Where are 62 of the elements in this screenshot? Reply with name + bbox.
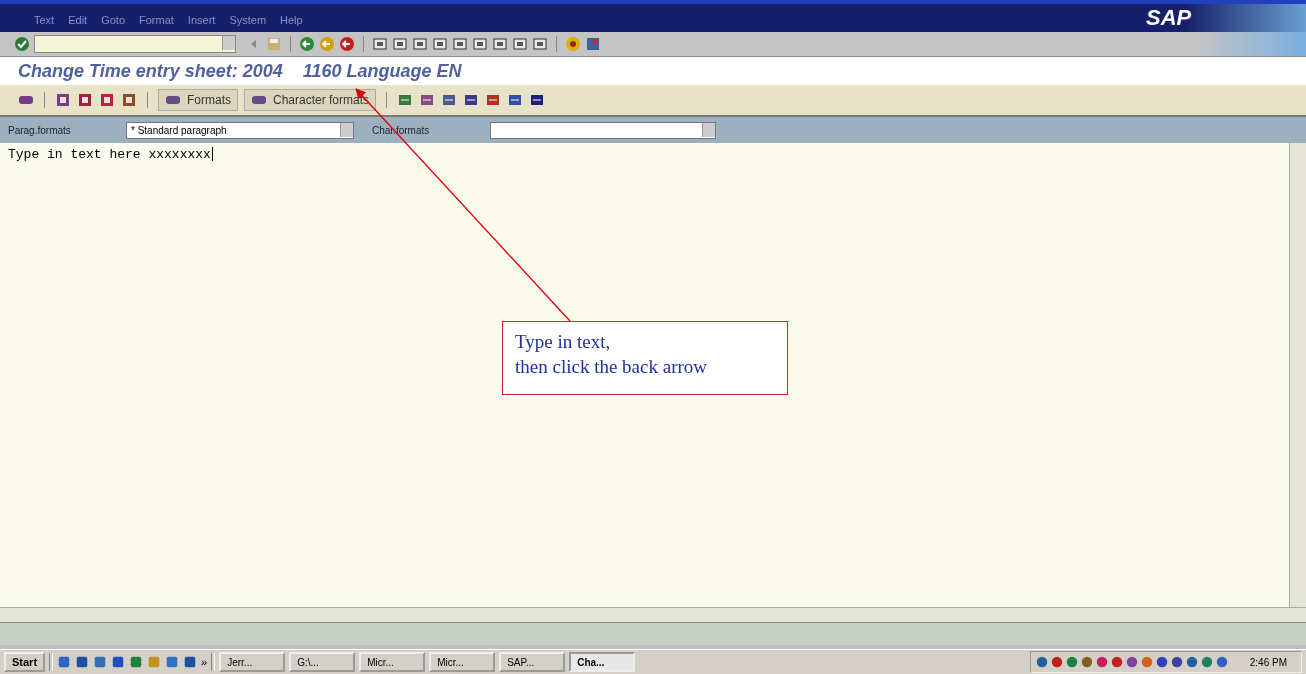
- taskbar-button[interactable]: Micr...: [429, 652, 496, 672]
- format-tool-icon[interactable]: [485, 92, 502, 108]
- format-tool-icon[interactable]: [507, 92, 524, 108]
- document-icon[interactable]: [77, 92, 93, 108]
- tray-icon[interactable]: [1154, 655, 1169, 669]
- format-tool-icon[interactable]: [463, 92, 480, 108]
- checkmark-icon[interactable]: [14, 36, 30, 52]
- tray-icon[interactable]: [1034, 655, 1049, 669]
- quick-launch-icon[interactable]: [93, 655, 108, 669]
- paragraph-format-dropdown[interactable]: * Standard paragraph: [126, 121, 354, 139]
- document-icon[interactable]: [99, 92, 115, 108]
- quick-launch-icon[interactable]: [183, 655, 198, 669]
- taskbar-button[interactable]: Jerr...: [219, 652, 286, 672]
- toolbar-button[interactable]: Formats: [158, 89, 238, 111]
- tray-icon[interactable]: [1094, 655, 1109, 669]
- tray-icon[interactable]: [1184, 655, 1199, 669]
- document-icon[interactable]: [121, 92, 137, 108]
- text-cursor: [211, 147, 213, 161]
- menu-item[interactable]: Goto: [101, 14, 125, 26]
- tray-icon[interactable]: [1214, 655, 1229, 669]
- tray-icon[interactable]: [1139, 655, 1154, 669]
- logo-text: SAP: [1146, 5, 1192, 31]
- taskbar-button[interactable]: SAP...: [499, 652, 566, 672]
- document-icon[interactable]: [55, 92, 71, 108]
- menu-item[interactable]: Insert: [187, 14, 216, 26]
- tray-icon[interactable]: [1199, 655, 1214, 669]
- annotation-text: Type in text,: [515, 330, 612, 354]
- tray-icon[interactable]: [1079, 655, 1094, 669]
- menu-item[interactable]: Text: [34, 14, 55, 26]
- tray-icon[interactable]: [1049, 655, 1064, 669]
- menu-item[interactable]: Help: [280, 14, 303, 26]
- start-button[interactable]: Start: [4, 652, 46, 672]
- annotation-text: then click the back arrow: [515, 354, 709, 379]
- menu-item[interactable]: Edit: [68, 14, 88, 26]
- format-tool-icon[interactable]: [419, 92, 436, 108]
- quick-launch-icon[interactable]: [57, 655, 72, 669]
- taskbar-button[interactable]: Micr...: [359, 652, 426, 672]
- quick-launch-icon[interactable]: [111, 655, 126, 669]
- clock: 2:46 PM: [1249, 656, 1287, 668]
- vertical-scrollbar[interactable]: [1289, 143, 1306, 607]
- field-label: Parag.formats: [8, 124, 72, 136]
- editor-text: Type in text here xxxxxxxx: [8, 147, 211, 162]
- taskbar-button[interactable]: G:\...: [289, 652, 356, 672]
- tray-icon[interactable]: [1064, 655, 1079, 669]
- tray-icon[interactable]: [1124, 655, 1139, 669]
- character-format-dropdown[interactable]: [490, 121, 716, 139]
- taskbar-button[interactable]: Cha...: [569, 652, 636, 672]
- tray-icon[interactable]: [1109, 655, 1124, 669]
- tray-icon[interactable]: [1169, 655, 1184, 669]
- format-tool-icon[interactable]: [441, 92, 458, 108]
- screen-title: Change Time entry sheet: 2004: [18, 60, 283, 82]
- screen-title: 1160 Language EN: [302, 60, 462, 82]
- back-icon[interactable]: [299, 36, 315, 52]
- horizontal-scrollbar[interactable]: [0, 607, 1306, 622]
- quick-launch-icon[interactable]: [165, 655, 180, 669]
- quick-launch-icon[interactable]: [75, 655, 90, 669]
- command-field[interactable]: [34, 35, 236, 53]
- format-tool-icon[interactable]: [529, 92, 546, 108]
- quick-launch-icon[interactable]: [129, 655, 144, 669]
- menu-item[interactable]: Format: [139, 14, 174, 26]
- more-button[interactable]: »: [201, 656, 208, 668]
- menu-item[interactable]: System: [229, 14, 267, 26]
